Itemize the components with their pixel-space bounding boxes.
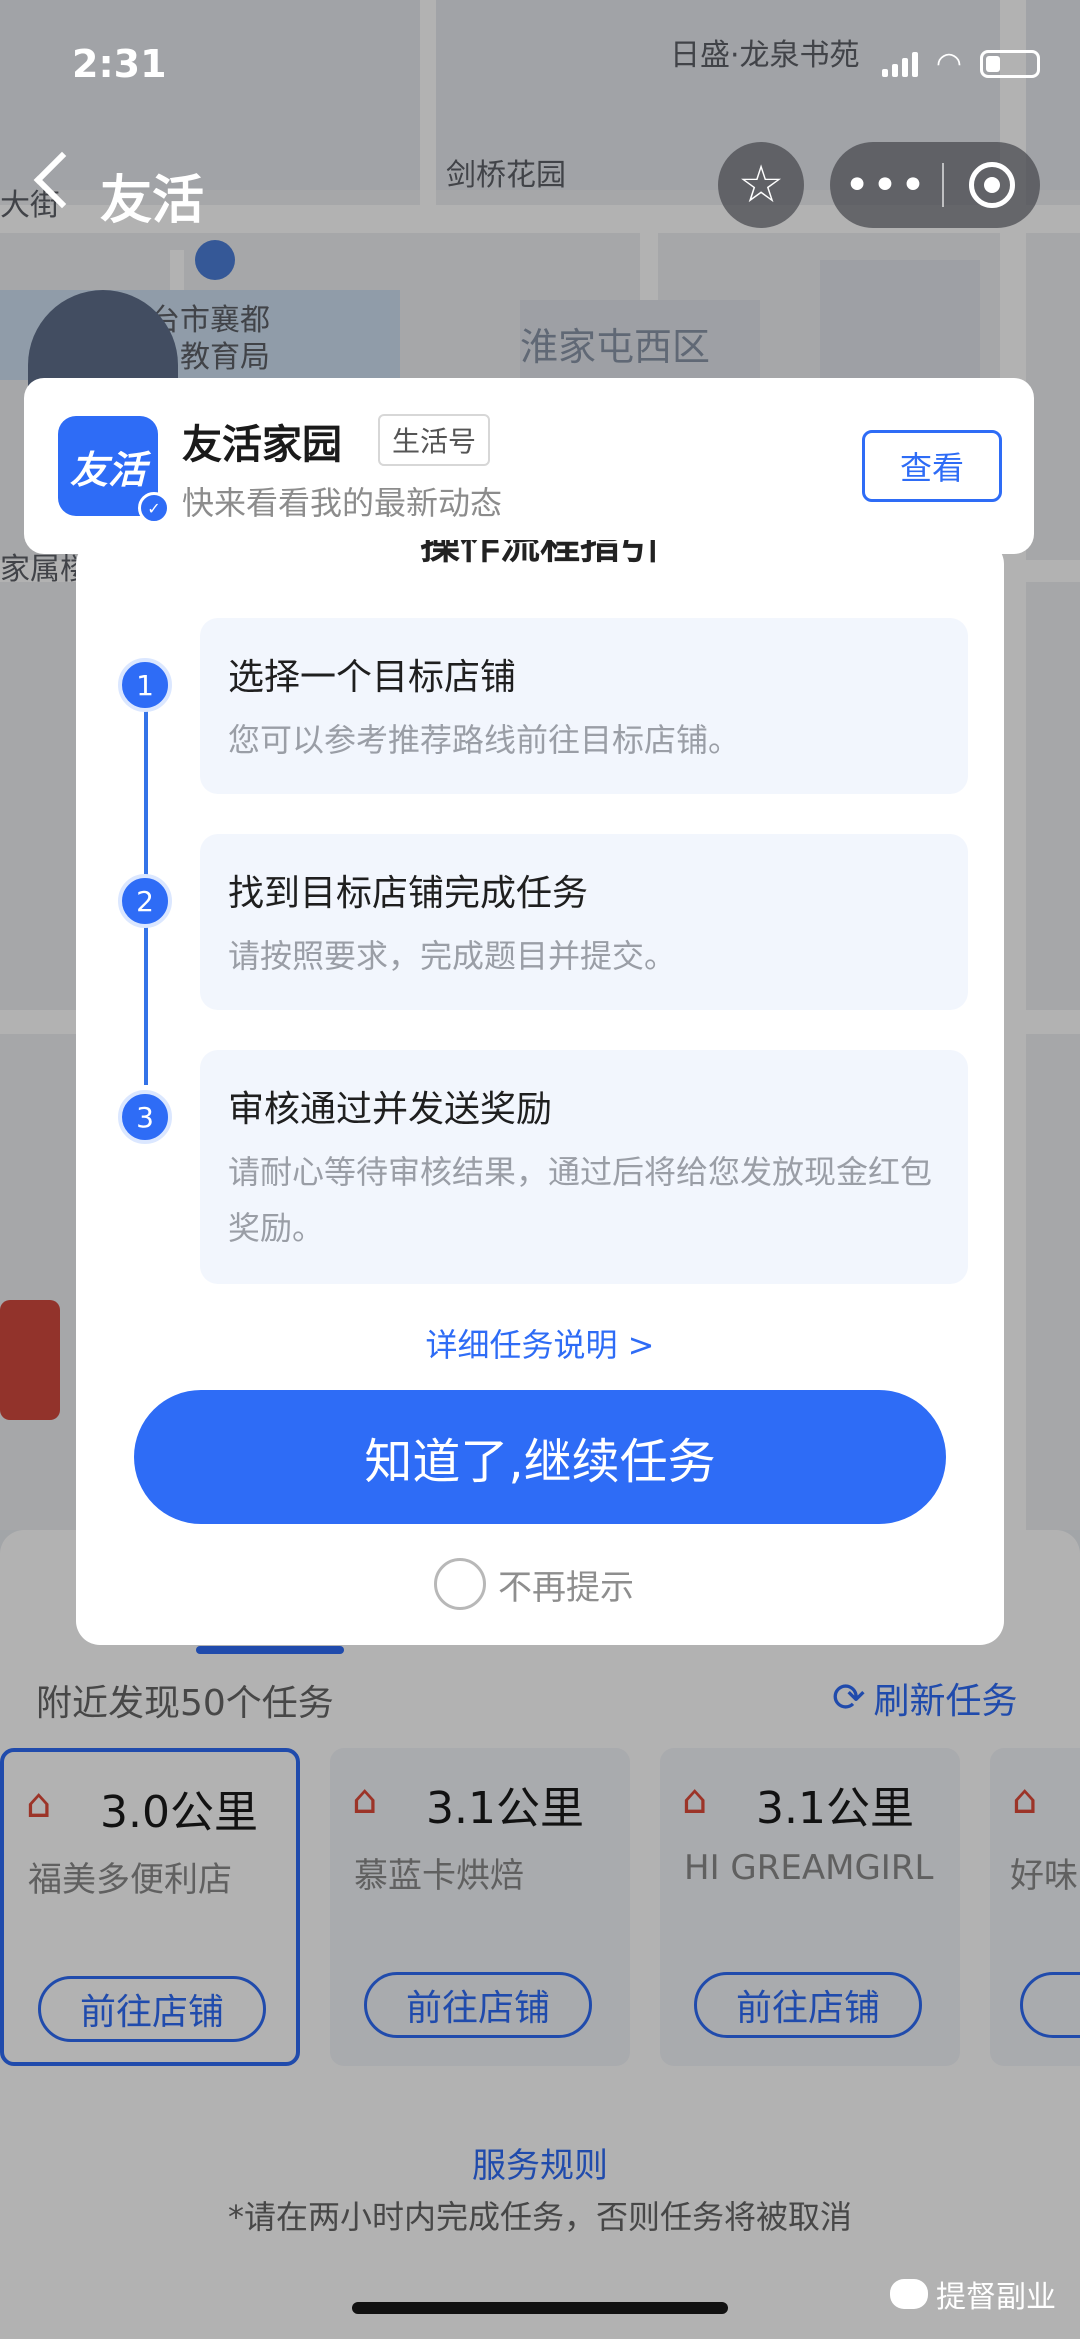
step-description: 请耐心等待审核结果，通过后将给您发放现金红包奖励。 xyxy=(228,1153,933,1247)
step-number-badge: 3 xyxy=(118,1090,172,1144)
signal-icon xyxy=(881,51,918,77)
status-icons: ◠ xyxy=(881,46,1040,81)
step-card: 找到目标店铺完成任务 请按照要求，完成题目并提交。 xyxy=(200,834,968,1010)
follow-banner: 友活 ✓ 友活家园 生活号 快来看看我的最新动态 查看 xyxy=(24,378,1034,554)
step-description: 请按照要求，完成题目并提交。 xyxy=(228,937,677,975)
watermark: 提督副业 xyxy=(890,2272,1056,2316)
step-number-badge: 2 xyxy=(118,874,172,928)
step-card: 审核通过并发送奖励 请耐心等待审核结果，通过后将给您发放现金红包奖励。 xyxy=(200,1050,968,1284)
miniprogram-capsule: ••• xyxy=(830,142,1040,228)
step-card: 选择一个目标店铺 您可以参考推荐路线前往目标店铺。 xyxy=(200,618,968,794)
page-title: 友活 xyxy=(100,171,205,231)
verified-check-icon: ✓ xyxy=(138,492,170,524)
battery-icon xyxy=(980,49,1040,78)
account-name: 友活家园 xyxy=(182,422,342,468)
wifi-icon: ◠ xyxy=(935,46,962,81)
account-type-badge: 生活号 xyxy=(378,414,491,466)
no-remind-label: 不再提示 xyxy=(498,1568,634,1608)
task-detail-link[interactable]: 详细任务说明 > xyxy=(76,1320,1004,1366)
account-subtitle: 快来看看我的最新动态 xyxy=(182,484,503,522)
close-miniprogram-icon[interactable] xyxy=(944,162,1040,208)
step-description: 您可以参考推荐路线前往目标店铺。 xyxy=(228,721,741,759)
guide-modal: 操作流程指引 1 选择一个目标店铺 您可以参考推荐路线前往目标店铺。 2 找到目… xyxy=(76,540,1004,1645)
continue-task-button[interactable]: 知道了,继续任务 xyxy=(134,1390,946,1524)
wechat-icon xyxy=(890,2279,928,2309)
more-options-icon[interactable]: ••• xyxy=(830,160,942,211)
favorite-star-icon[interactable]: ☆ xyxy=(718,142,804,228)
home-indicator[interactable] xyxy=(352,2302,728,2314)
modal-title: 操作流程指引 xyxy=(420,540,660,568)
watermark-text: 提督副业 xyxy=(936,2280,1056,2315)
view-button[interactable]: 查看 xyxy=(862,430,1002,502)
step-title: 审核通过并发送奖励 xyxy=(228,1089,553,1130)
status-time: 2:31 xyxy=(72,42,167,86)
step-title: 找到目标店铺完成任务 xyxy=(228,873,589,914)
step-number-badge: 1 xyxy=(118,658,172,712)
step-title: 选择一个目标店铺 xyxy=(228,657,517,698)
no-remind-checkbox[interactable] xyxy=(434,1558,486,1610)
